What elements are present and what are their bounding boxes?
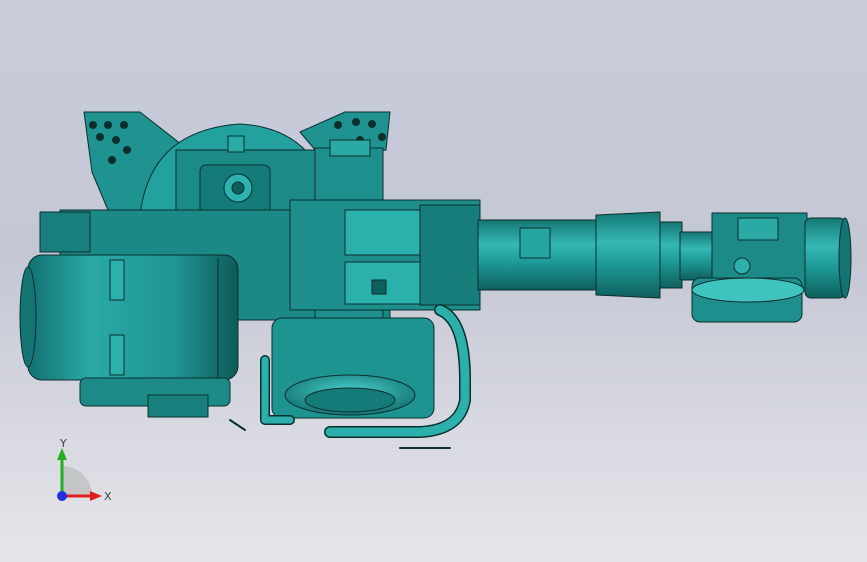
triad-quadrant xyxy=(62,466,92,496)
wrist-flange xyxy=(691,277,805,323)
graphics-viewport[interactable]: Y X xyxy=(0,0,867,562)
rotary-base xyxy=(271,317,435,419)
z-axis-dot xyxy=(57,491,67,501)
orientation-triad[interactable]: Y X xyxy=(40,438,130,518)
x-axis-label: X xyxy=(104,490,112,503)
robot-arm-model[interactable] xyxy=(0,0,867,562)
forearm-taper xyxy=(595,211,661,299)
main-motor xyxy=(19,254,239,381)
y-axis-label: Y xyxy=(59,438,67,450)
upper-arm-housing xyxy=(289,199,481,311)
